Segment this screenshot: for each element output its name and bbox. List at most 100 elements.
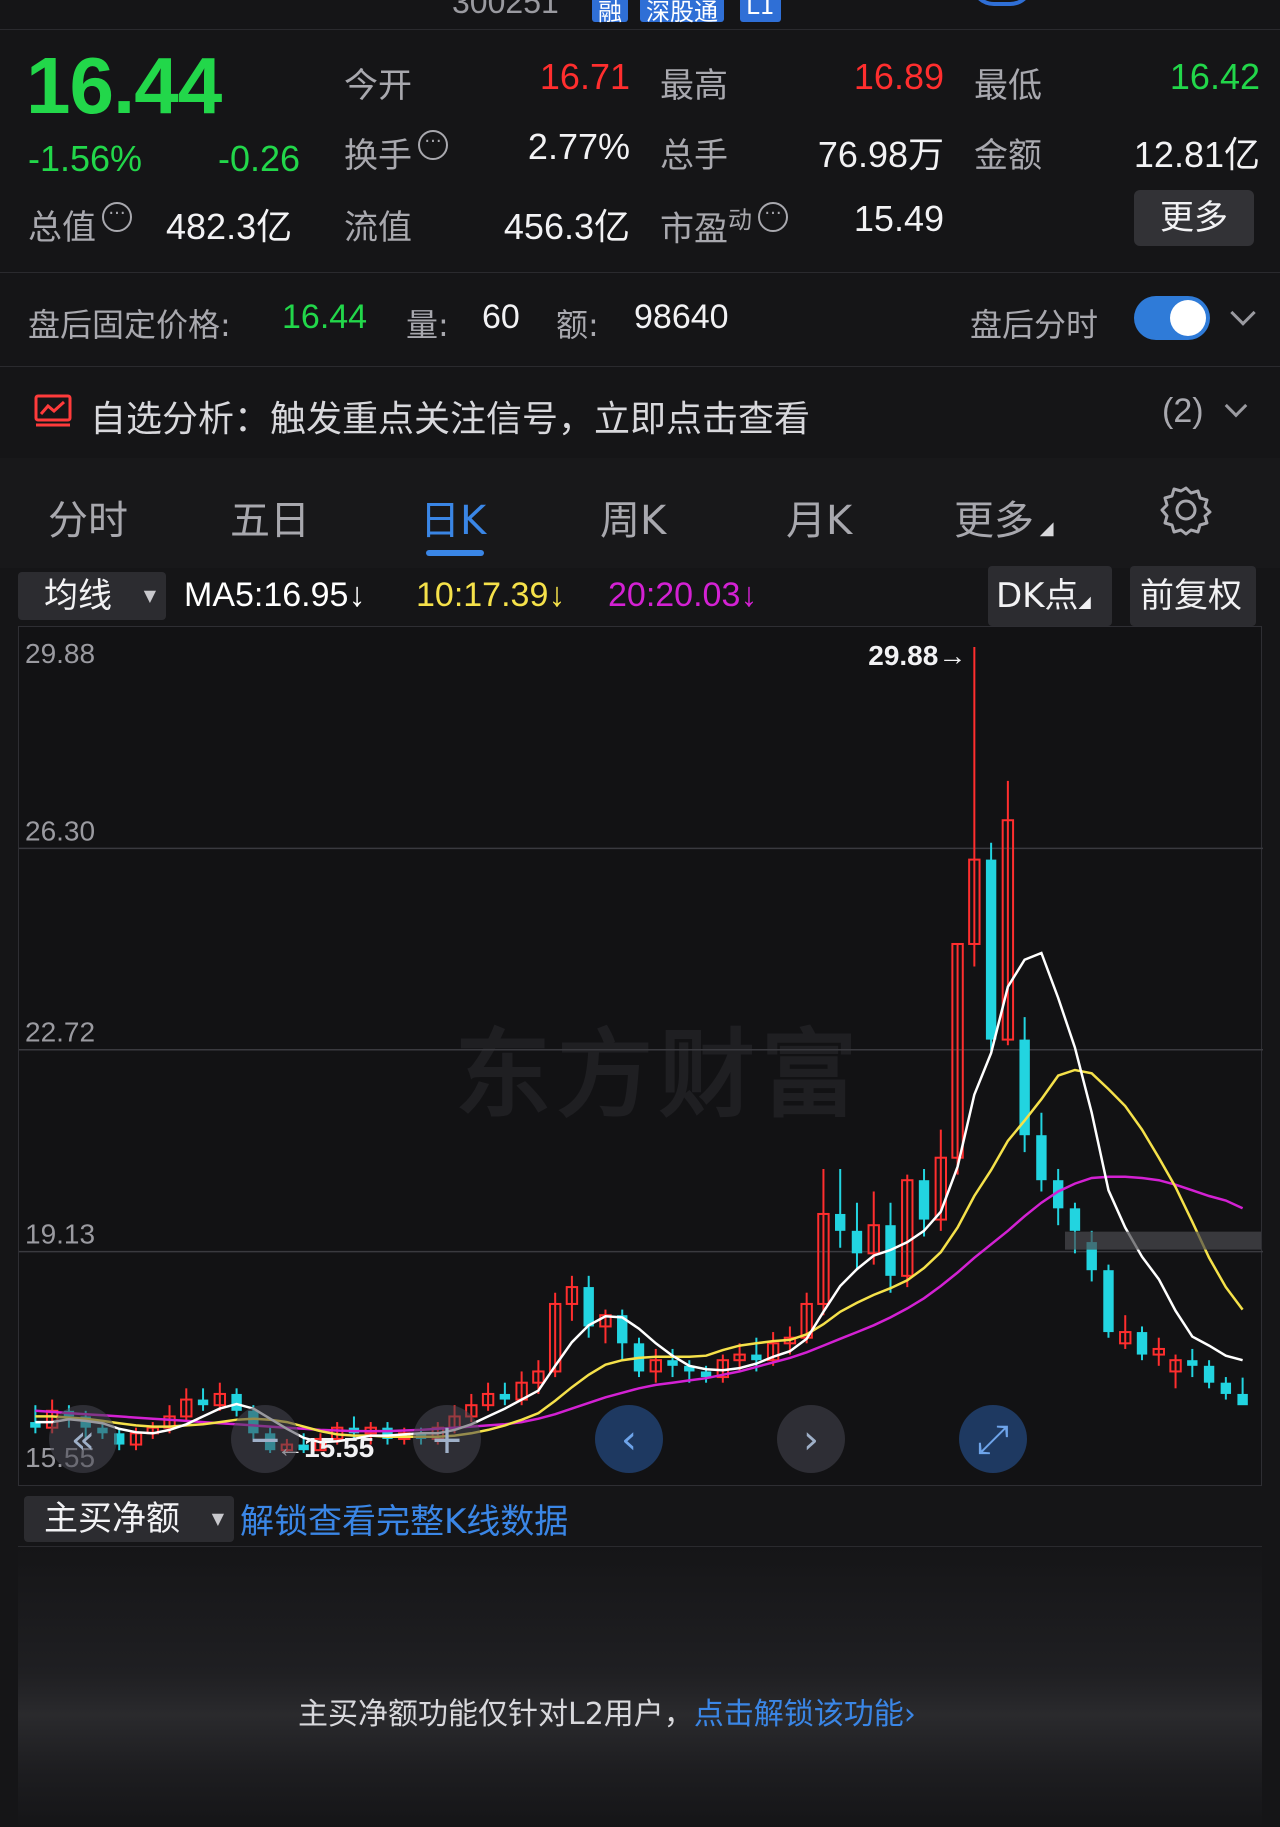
change-percent: -1.56% <box>28 138 143 179</box>
pe-label[interactable]: 市盈动 ··· <box>660 200 788 250</box>
mktcap-label[interactable]: 总值 ··· <box>28 200 132 249</box>
corner-triangle-icon: ◢ <box>1034 518 1054 539</box>
more-info-icon[interactable]: ··· <box>758 202 788 232</box>
ma10-value: 10:17.39↓ <box>416 576 566 614</box>
after-hours-toggle[interactable] <box>1134 296 1210 340</box>
l2-notice: 主买净额功能仅针对L2用户，点击解锁该功能› <box>298 1697 916 1732</box>
candle-body <box>583 1287 594 1327</box>
divider <box>0 366 1280 367</box>
y-tick-label: 29.88 <box>25 638 95 669</box>
candle-body <box>667 1360 678 1366</box>
zoom-in-icon[interactable]: + <box>413 1405 481 1473</box>
tab-weekly-k[interactable]: 周K <box>600 488 666 546</box>
tab-daily-k[interactable]: 日K <box>420 488 486 546</box>
kline-chart[interactable]: 东方财富 29.8826.3022.7219.1315.5529.88→←15.… <box>18 626 1263 1486</box>
chart-analysis-icon <box>34 394 72 428</box>
turnover-label[interactable]: 换手 ··· <box>344 128 448 177</box>
stock-code: 300251 <box>452 0 559 20</box>
after-hours-time-label: 盘后分时 <box>970 306 1099 344</box>
candle-body <box>751 1354 762 1361</box>
ma10-line <box>35 1068 1244 1438</box>
candle-body <box>1203 1365 1215 1383</box>
chevron-down-icon[interactable] <box>1230 300 1256 326</box>
candle-body <box>499 1393 511 1400</box>
candle-body <box>1136 1332 1148 1355</box>
svg-text:›: › <box>803 1417 819 1463</box>
y-tick-label: 22.72 <box>25 1017 95 1048</box>
ma-legend: 均线 ▼ MA5:16.95↓ 10:17.39↓ 20:20.03↓ DK点◢ … <box>0 566 1280 626</box>
y-tick-label: 19.13 <box>25 1219 95 1250</box>
indicator-selector[interactable]: 主买净额 ▼ <box>24 1496 234 1542</box>
candle-body <box>1036 1135 1047 1181</box>
candle-body <box>231 1393 242 1411</box>
high-value: 16.89 <box>853 56 944 97</box>
svg-text:−: − <box>248 1417 282 1463</box>
amount-label: 金额 <box>974 136 1042 176</box>
avatar-icon[interactable] <box>970 0 1034 6</box>
more-info-icon[interactable]: ··· <box>102 202 132 232</box>
low-value: 16.42 <box>1169 56 1260 97</box>
float-label: 流值 <box>344 208 412 248</box>
zoom-out-icon[interactable]: − <box>231 1405 299 1473</box>
tab-five-day[interactable]: 五日 <box>230 488 310 546</box>
gear-icon[interactable] <box>1160 484 1212 540</box>
high-label: 最高 <box>660 66 728 106</box>
candle-body <box>1103 1270 1114 1333</box>
level-tag: L1 <box>740 0 781 22</box>
scroll-left-icon[interactable]: ‹ <box>595 1405 663 1473</box>
open-label: 今开 <box>344 66 412 106</box>
scroll-right-icon[interactable]: › <box>777 1405 845 1473</box>
after-hours-amt-label: 额: <box>556 306 599 344</box>
after-hours-label: 盘后固定价格: <box>28 306 231 344</box>
amount-value: 12.81亿 <box>1133 134 1260 175</box>
mktcap-value: 482.3亿 <box>166 206 293 247</box>
ma-selector[interactable]: 均线 ▼ <box>18 572 166 620</box>
analysis-text[interactable]: 自选分析：触发重点关注信号，立即点击查看 <box>90 390 810 442</box>
candle-body <box>1069 1208 1081 1231</box>
scroll-left-fast-icon[interactable]: « <box>49 1405 117 1473</box>
open-value: 16.71 <box>539 56 630 97</box>
chevron-down-icon[interactable] <box>1224 394 1248 418</box>
change-amount: -0.26 <box>218 138 301 179</box>
volume-label: 总手 <box>660 136 728 176</box>
margin-tag: 融 <box>592 0 628 26</box>
tab-intraday[interactable]: 分时 <box>48 488 128 546</box>
candle-body <box>1220 1382 1232 1394</box>
ma5-value: MA5:16.95↓ <box>184 576 366 614</box>
candle-body <box>835 1213 846 1231</box>
analysis-count: (2) <box>1162 392 1204 430</box>
volume-value: 76.98万 <box>817 134 944 175</box>
unlock-feature-link[interactable]: 点击解锁该功能› <box>694 1697 916 1732</box>
dk-point-button[interactable]: DK点◢ <box>988 566 1112 626</box>
price-band <box>1065 1231 1261 1250</box>
more-button[interactable]: 更多 <box>1134 190 1254 246</box>
more-info-icon[interactable]: ··· <box>418 130 448 160</box>
tab-more[interactable]: 更多 ◢ <box>954 488 1054 546</box>
tab-monthly-k[interactable]: 月K <box>786 488 852 546</box>
dropdown-icon: ▼ <box>211 1509 224 1528</box>
candle-body <box>197 1399 209 1406</box>
candle-body <box>985 859 997 1040</box>
period-tabs: 分时 五日 日K 周K 月K 更多 ◢ <box>0 458 1280 568</box>
stock-header: 300251 融 深股通 L1 <box>0 0 1280 30</box>
after-hours-price: 16.44 <box>282 298 368 336</box>
candle-body <box>918 1180 930 1220</box>
max-price-label: 29.88→ <box>868 640 966 671</box>
after-hours-vol-label: 量: <box>406 306 449 344</box>
adjust-button[interactable]: 前复权 <box>1130 566 1256 626</box>
svg-text:⤢: ⤢ <box>977 1417 1009 1463</box>
candle-body <box>851 1230 863 1254</box>
after-hours-amt: 98640 <box>634 298 729 336</box>
kline-svg: 29.8826.3022.7219.1315.5529.88→←15.55«−+… <box>19 638 1263 1473</box>
active-tab-indicator <box>426 550 484 556</box>
fullscreen-icon[interactable]: ⤢ <box>959 1405 1027 1473</box>
l2-locked-panel: 主买净额功能仅针对L2用户，点击解锁该功能› <box>18 1546 1262 1827</box>
after-hours-vol: 60 <box>482 298 520 336</box>
unlock-kline-link[interactable]: 解锁查看完整K线数据 <box>240 1494 568 1543</box>
float-value: 456.3亿 <box>503 206 630 247</box>
y-tick-label: 26.30 <box>25 815 95 846</box>
connect-tag: 深股通 <box>640 0 724 26</box>
candle-body <box>1187 1360 1198 1366</box>
turnover-value: 2.77% <box>527 126 630 167</box>
svg-text:‹: ‹ <box>621 1417 637 1463</box>
